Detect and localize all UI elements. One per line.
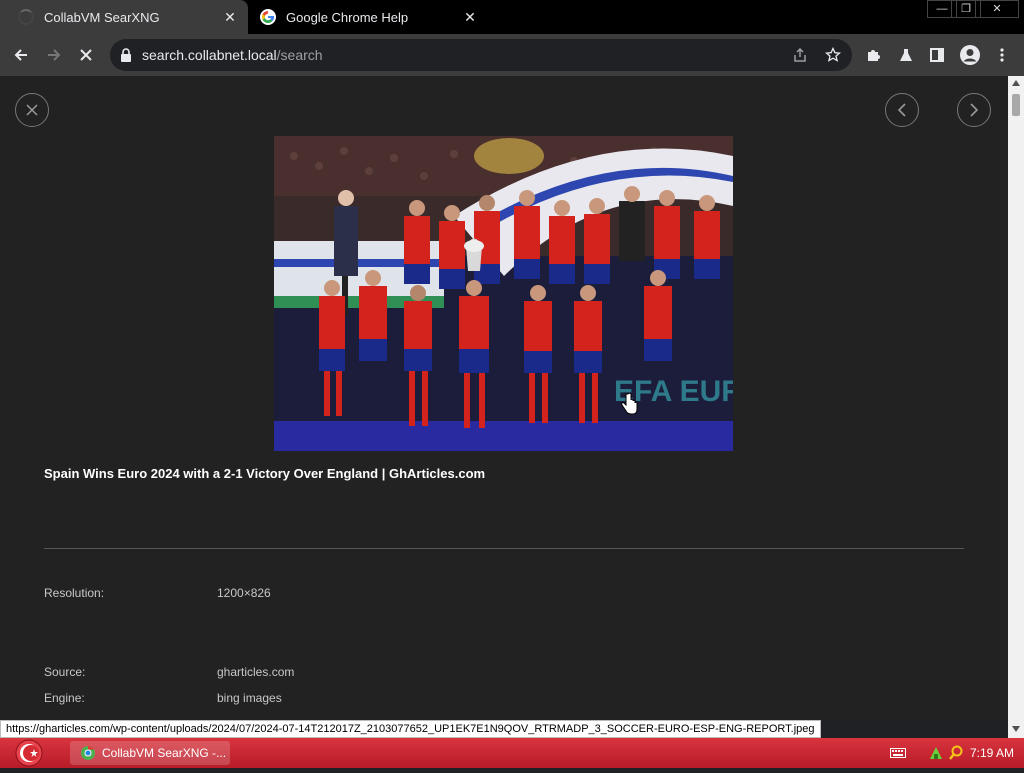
chrome-logo-icon <box>81 746 95 760</box>
chevron-left-icon <box>897 103 906 117</box>
search-icon[interactable] <box>948 745 964 761</box>
system-tray: 7:19 AM <box>889 738 1024 768</box>
image-detail-viewer: EFA EUR Spain Wins Euro 2024 with a 2-1 … <box>0 76 1008 720</box>
start-button[interactable] <box>12 738 46 768</box>
star-icon[interactable] <box>825 47 841 63</box>
share-icon[interactable] <box>792 47 808 63</box>
link-status-bubble: https://gharticles.com/wp-content/upload… <box>0 720 821 738</box>
resolution-value: 1200×826 <box>217 586 271 600</box>
chevron-right-icon <box>970 103 979 117</box>
labs-icon[interactable] <box>894 43 918 67</box>
back-icon[interactable] <box>9 43 33 67</box>
scroll-up-icon[interactable] <box>1012 80 1020 86</box>
source-label: Source: <box>44 665 86 679</box>
address-bar[interactable]: search.collabnet.local/search <box>110 39 852 71</box>
close-window-button[interactable]: ✕ <box>975 0 1019 18</box>
profile-icon[interactable] <box>958 43 982 67</box>
stop-icon[interactable] <box>74 43 98 67</box>
next-image-button[interactable] <box>957 93 991 127</box>
tab-title: Google Chrome Help <box>286 9 409 25</box>
tab-title: CollabVM SearXNG <box>44 9 160 25</box>
loading-spinner-icon <box>18 9 34 25</box>
keyboard-icon[interactable] <box>889 748 906 758</box>
close-icon <box>26 104 38 116</box>
hand-cursor-icon <box>621 392 638 415</box>
forward-icon[interactable] <box>42 43 66 67</box>
clock[interactable]: 7:19 AM <box>970 746 1014 760</box>
tab-google-chrome-help[interactable]: Google Chrome Help ✕ <box>252 0 488 34</box>
tab-strip: CollabVM SearXNG ✕ Google Chrome Help ✕ … <box>0 0 1024 34</box>
tab-collabvm-searxng[interactable]: CollabVM SearXNG ✕ <box>0 0 248 34</box>
divider <box>44 548 964 549</box>
extensions-icon[interactable] <box>862 43 886 67</box>
google-logo-icon <box>260 9 276 25</box>
taskbar: CollabVM SearXNG -... 7:19 AM <box>0 738 1024 768</box>
vertical-scrollbar[interactable] <box>1008 76 1024 738</box>
tab-close-icon[interactable]: ✕ <box>222 9 238 25</box>
previous-image-button[interactable] <box>885 93 919 127</box>
scroll-down-icon[interactable] <box>1012 726 1020 732</box>
close-viewer-button[interactable] <box>15 93 49 127</box>
engine-label: Engine: <box>44 691 85 705</box>
side-panel-icon[interactable] <box>925 43 949 67</box>
url-text: search.collabnet.local/search <box>142 47 323 63</box>
result-title[interactable]: Spain Wins Euro 2024 with a 2-1 Victory … <box>44 466 485 481</box>
taskbar-chrome-item[interactable]: CollabVM SearXNG -... <box>70 741 230 765</box>
menu-icon[interactable] <box>990 43 1014 67</box>
scroll-thumb[interactable] <box>1012 94 1020 116</box>
lock-icon[interactable] <box>120 48 132 62</box>
browser-toolbar: search.collabnet.local/search <box>0 34 1024 76</box>
tab-close-icon[interactable]: ✕ <box>462 9 478 25</box>
source-value[interactable]: gharticles.com <box>217 665 294 679</box>
resolution-label: Resolution: <box>44 586 105 600</box>
network-icon[interactable] <box>928 745 944 761</box>
result-image[interactable]: EFA EUR <box>274 136 733 451</box>
engine-value: bing images <box>217 691 282 705</box>
